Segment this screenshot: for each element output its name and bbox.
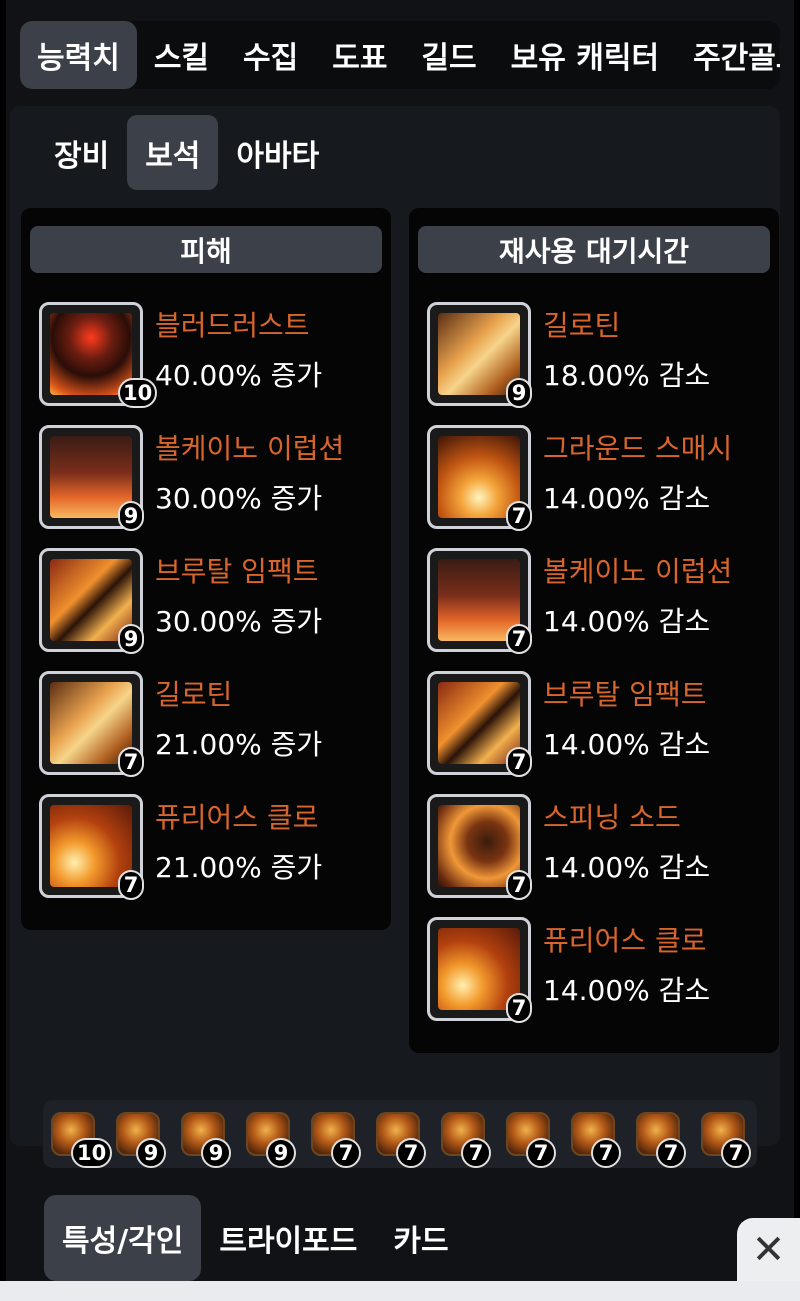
gem-effect-value: 30.00% 증가 xyxy=(155,482,323,515)
cooldown-gem-entry[interactable]: 7 볼케이노 이럽션 14.00% 감소 xyxy=(427,548,767,654)
damage-gem-entry[interactable]: 7 퓨리어스 클로 21.00% 증가 xyxy=(39,794,379,900)
skill-name: 퓨리어스 클로 xyxy=(543,924,707,957)
damage-gem-entry[interactable]: 10 블러드러스트 40.00% 증가 xyxy=(39,302,379,408)
tab-skills[interactable]: 스킬 xyxy=(137,21,226,89)
gem-effect-value: 14.00% 감소 xyxy=(543,605,711,638)
close-icon: ✕ xyxy=(751,1226,786,1273)
gem-level-badge: 10 xyxy=(118,378,158,408)
gem-level-badge: 10 xyxy=(71,1138,113,1168)
gem-level-badge: 9 xyxy=(266,1138,296,1168)
gem-effect-value: 14.00% 감소 xyxy=(543,728,711,761)
subtab-avatar[interactable]: 아바타 xyxy=(218,115,337,190)
gem-effect-value: 21.00% 증가 xyxy=(155,728,323,761)
cooldown-gem-entry[interactable]: 7 스피닝 소드 14.00% 감소 xyxy=(427,794,767,900)
gem-level-badge: 7 xyxy=(506,870,532,900)
gem-effect-value: 18.00% 감소 xyxy=(543,359,711,392)
damage-gem-entry[interactable]: 7 길로틴 21.00% 증가 xyxy=(39,671,379,777)
gem-level-badge: 7 xyxy=(461,1138,491,1168)
skill-name: 그라운드 스매시 xyxy=(543,432,733,465)
bottom-system-bar xyxy=(0,1281,800,1301)
gem-level-badge: 7 xyxy=(526,1138,556,1168)
subtab-gems[interactable]: 보석 xyxy=(127,115,219,190)
gem-level-badge: 7 xyxy=(506,501,532,531)
gem-level-badge: 7 xyxy=(396,1138,426,1168)
frame-edge-right xyxy=(794,0,800,1301)
skill-name: 스피닝 소드 xyxy=(543,801,681,834)
gem-effect-value: 40.00% 증가 xyxy=(155,359,323,392)
cooldown-header: 재사용 대기시간 xyxy=(418,226,770,273)
skill-name: 블러드러스트 xyxy=(155,309,310,342)
gem-effect-value: 14.00% 감소 xyxy=(543,482,711,515)
tab-weekly-gold[interactable]: 주간골드 xyxy=(676,21,780,89)
damage-gem-entry[interactable]: 9 볼케이노 이럽션 30.00% 증가 xyxy=(39,425,379,531)
gem-level-badge: 7 xyxy=(656,1138,686,1168)
skill-name: 퓨리어스 클로 xyxy=(155,801,319,834)
tab-collection[interactable]: 수집 xyxy=(226,21,315,89)
tab-guild[interactable]: 길드 xyxy=(404,21,493,89)
cooldown-gem-entry[interactable]: 9 길로틴 18.00% 감소 xyxy=(427,302,767,408)
subtab-equipment[interactable]: 장비 xyxy=(36,115,127,190)
gem-level-badge: 7 xyxy=(506,747,532,777)
gem-level-badge: 7 xyxy=(506,624,532,654)
cooldown-gem-entry[interactable]: 7 브루탈 임팩트 14.00% 감소 xyxy=(427,671,767,777)
frame-edge-left xyxy=(0,0,6,1301)
gem-level-badge: 7 xyxy=(118,870,144,900)
damage-header: 피해 xyxy=(30,226,382,273)
gem-level-badge: 7 xyxy=(118,747,144,777)
gem-effect-value: 14.00% 감소 xyxy=(543,974,711,1007)
gem-effect-value: 21.00% 증가 xyxy=(155,851,323,884)
tab-cards[interactable]: 카드 xyxy=(375,1195,466,1281)
gem-level-badge: 7 xyxy=(506,993,532,1023)
close-button[interactable]: ✕ xyxy=(737,1218,800,1281)
gem-level-badge: 7 xyxy=(721,1138,751,1168)
gem-level-badge: 9 xyxy=(201,1138,231,1168)
skill-name: 브루탈 임팩트 xyxy=(155,555,319,588)
gem-level-badge: 9 xyxy=(118,624,144,654)
skill-name: 볼케이노 이럽션 xyxy=(543,555,733,588)
cooldown-gem-entry[interactable]: 7 그라운드 스매시 14.00% 감소 xyxy=(427,425,767,531)
skill-name: 브루탈 임팩트 xyxy=(543,678,707,711)
gem-level-badge: 9 xyxy=(136,1138,166,1168)
gem-effect-value: 14.00% 감소 xyxy=(543,851,711,884)
damage-gem-entry[interactable]: 9 브루탈 임팩트 30.00% 증가 xyxy=(39,548,379,654)
tab-engravings[interactable]: 특성/각인 xyxy=(44,1195,202,1281)
gem-level-badge: 9 xyxy=(118,501,144,531)
gem-effect-value: 30.00% 증가 xyxy=(155,605,323,638)
gem-level-badge: 7 xyxy=(591,1138,621,1168)
skill-name: 길로틴 xyxy=(155,678,233,711)
top-tab-bar: 능력치 스킬 수집 도표 길드 보유 캐릭터 주간골드 xyxy=(20,21,780,89)
tab-owned-characters[interactable]: 보유 캐릭터 xyxy=(494,21,676,89)
skill-name: 길로틴 xyxy=(543,309,621,342)
gem-summary-strip: 10 9 9 9 7 7 7 7 7 7 7 xyxy=(43,1100,757,1168)
damage-gem-column: 피해 10 블러드러스트 40.00% 증가 9 볼케이노 이럽션 30.00% 증가 9 브… xyxy=(21,208,391,930)
cooldown-gem-entry[interactable]: 7 퓨리어스 클로 14.00% 감소 xyxy=(427,917,767,1023)
skill-name: 볼케이노 이럽션 xyxy=(155,432,345,465)
tab-tripods[interactable]: 트라이포드 xyxy=(201,1195,375,1281)
bloodlust-skill-icon xyxy=(50,313,132,395)
gem-level-badge: 7 xyxy=(331,1138,361,1168)
tab-stats[interactable]: 능력치 xyxy=(20,21,137,89)
cooldown-gem-column: 재사용 대기시간 9 길로틴 18.00% 감소 7 그라운드 스매시 14.00% 감소… xyxy=(409,208,779,1053)
gem-level-badge: 9 xyxy=(506,378,532,408)
tab-chart[interactable]: 도표 xyxy=(315,21,404,89)
bottom-tab-bar: 특성/각인 트라이포드 카드 xyxy=(44,1195,467,1281)
sub-tab-bar: 장비 보석 아바타 xyxy=(36,115,337,190)
